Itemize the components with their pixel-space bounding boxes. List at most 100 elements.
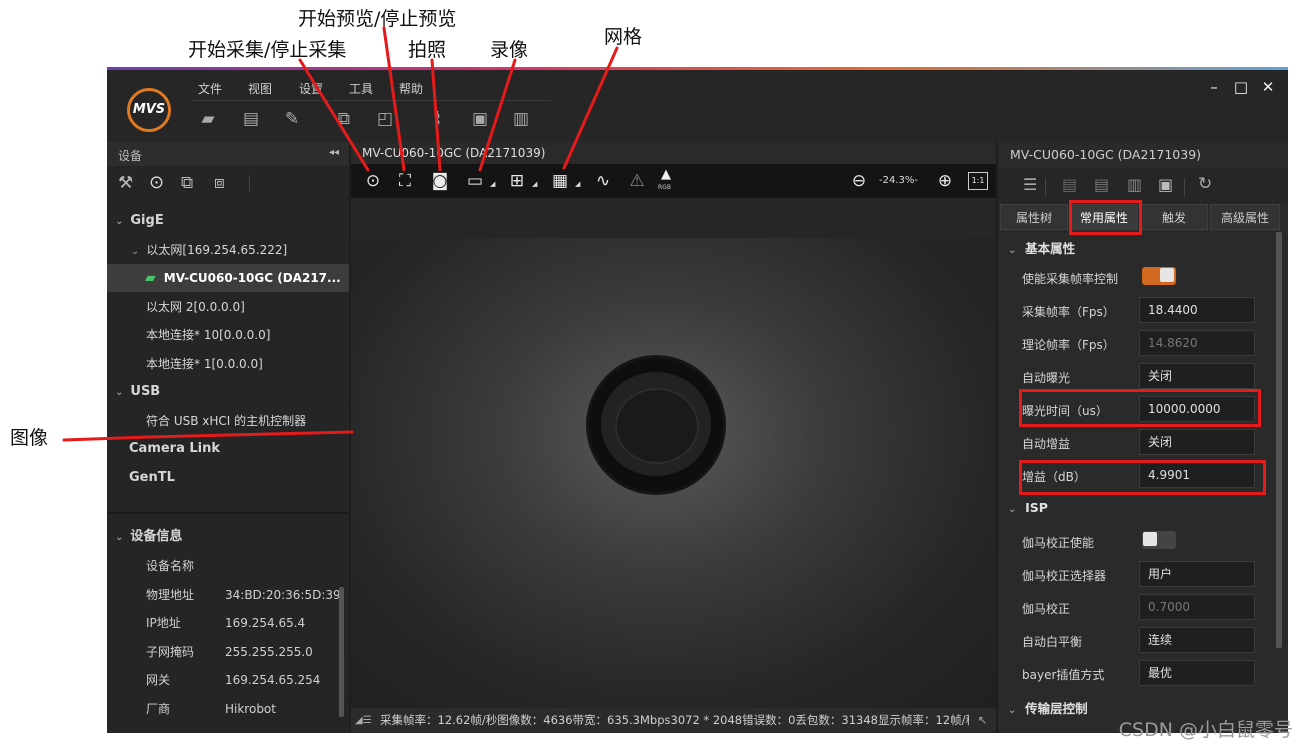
gamma-enable-toggle[interactable] — [1142, 531, 1176, 549]
refresh-icon[interactable]: ↻ — [1198, 174, 1212, 194]
document-icon[interactable]: ▥ — [510, 108, 532, 130]
tree-usb-controller[interactable]: 符合 USB xHCI 的主机控制器 — [107, 407, 349, 435]
gamma-selector-select[interactable]: 用户 — [1139, 561, 1255, 587]
tree-camera-selected[interactable]: ▰ MV-CU060-10GC (DA217... — [107, 264, 349, 292]
waveform-icon[interactable]: ⌇ — [427, 108, 449, 130]
camera-image — [351, 238, 996, 708]
menu-file[interactable]: 文件 — [198, 80, 222, 97]
toggle-knob — [1143, 532, 1157, 546]
expand-icon: ⌄ — [115, 532, 124, 543]
section-isp[interactable]: ⌄ ISP — [1008, 500, 1048, 515]
tree-local-10[interactable]: 本地连接* 10[0.0.0.0] — [107, 321, 349, 349]
preview-tab-title: MV-CU060-10GC (DA2171039) — [362, 146, 546, 160]
section-transport[interactable]: ⌄ 传输层控制 — [1008, 698, 1088, 717]
device-info-scrollbar[interactable] — [339, 587, 344, 717]
auto-exposure-select[interactable]: 关闭 — [1139, 363, 1255, 389]
save-icon[interactable]: ▤ — [240, 108, 262, 130]
auto-wb-select[interactable]: 连续 — [1139, 627, 1255, 653]
export-icon[interactable]: ▤ — [1094, 175, 1109, 194]
label-auto-gain: 自动增益 — [1022, 437, 1071, 451]
panel-divider — [107, 512, 349, 514]
stop-preview-icon[interactable]: ⛶ — [393, 170, 417, 192]
rgb-arrow-icon[interactable]: ▲ — [661, 167, 671, 182]
multi-window-icon[interactable]: ⧉ — [333, 108, 355, 130]
record-dropdown-icon[interactable]: ◢ — [490, 180, 495, 188]
annotation-image: 图像 — [10, 427, 49, 449]
label-fps-enable: 使能采集帧率控制 — [1022, 272, 1119, 286]
annotation-grid: 网格 — [604, 26, 643, 48]
tree-ethernet-1[interactable]: ⌄ 以太网[169.254.65.222] — [107, 236, 349, 264]
tab-property-tree[interactable]: 属性树 — [1000, 204, 1068, 230]
warning-icon[interactable]: ⚠ — [625, 170, 649, 192]
status-bar: ◢☰ 采集帧率：12.62帧/秒图像数：4636带宽：635.3Mbps3072… — [351, 708, 996, 733]
save-as-icon[interactable]: ✎ — [281, 108, 303, 130]
list-icon[interactable]: ☰ — [1023, 175, 1037, 194]
table-layout-icon[interactable]: ⊞ — [505, 170, 529, 192]
device-info-header[interactable]: ⌄ 设备信息 — [107, 523, 349, 551]
bayer-select[interactable]: 最优 — [1139, 660, 1255, 686]
property-scrollbar[interactable] — [1276, 232, 1282, 648]
menu-help[interactable]: 帮助 — [399, 80, 423, 97]
section-basic[interactable]: ⌄ 基本属性 — [1008, 238, 1075, 257]
device-list-icon[interactable]: ⧉ — [181, 173, 193, 193]
disconnect-icon[interactable]: ⚒ — [118, 173, 133, 193]
preview-tab[interactable]: MV-CU060-10GC (DA2171039) — [351, 142, 996, 164]
zoom-level: -24.3%- — [879, 175, 918, 186]
snapshot-camera-icon[interactable]: ◙ — [428, 170, 452, 192]
status-text: 采集帧率：12.62帧/秒图像数：4636带宽：635.3Mbps3072 * … — [380, 713, 977, 727]
fit-1-1-button[interactable]: 1:1 — [968, 172, 988, 190]
device-panel: 设备 ◂◂ ⚒ ⊙ ⧉ ⧈ ⌄ GigE ⌄ 以太网[169.254.65.222]… — [107, 142, 349, 733]
status-menu-icon[interactable]: ◢☰ — [355, 708, 372, 733]
gamma-field: 0.7000 — [1139, 594, 1255, 620]
histogram-icon[interactable]: ∿ — [591, 170, 615, 192]
grid-icon[interactable]: ▦ — [548, 170, 572, 192]
fps-enable-toggle[interactable] — [1142, 267, 1176, 285]
tab-advanced[interactable]: 高级属性 — [1210, 204, 1280, 230]
tree-camera-link[interactable]: Camera Link — [107, 435, 349, 463]
record-video-icon[interactable]: ▭ — [463, 170, 487, 192]
property-tabs: 属性树 常用属性 触发 高级属性 — [998, 202, 1288, 230]
tree-gige[interactable]: ⌄ GigE — [107, 207, 349, 235]
info-row-mask: 子网掩码 255.255.255.0 — [146, 645, 313, 659]
grid-dropdown-icon[interactable]: ◢ — [575, 180, 580, 188]
menu-tools[interactable]: 工具 — [349, 80, 373, 97]
lens-cap-center — [615, 388, 699, 464]
minimize-button[interactable]: – — [1204, 78, 1224, 96]
save-params-icon[interactable]: ▣ — [1158, 175, 1173, 194]
zoom-in-icon[interactable]: ⊕ — [933, 170, 957, 192]
tree-gentl[interactable]: GenTL — [107, 464, 349, 492]
maximize-button[interactable]: □ — [1231, 78, 1251, 96]
tree-local-1[interactable]: 本地连接* 1[0.0.0.0] — [107, 350, 349, 378]
device-stop-icon[interactable]: ⧈ — [214, 173, 225, 193]
info-row-gateway: 网关 169.254.65.254 — [146, 673, 321, 687]
menu-view[interactable]: 视图 — [248, 80, 272, 97]
tab-trigger[interactable]: 触发 — [1140, 204, 1208, 230]
csdn-watermark: CSDN @小白鼠零号 — [1118, 719, 1293, 741]
fullscreen-icon[interactable]: ◰ — [374, 108, 396, 130]
image-tool-icon[interactable]: ▣ — [469, 108, 491, 130]
collapse-icon[interactable]: ◂◂ — [329, 147, 339, 158]
expand-icon: ⌄ — [1008, 504, 1017, 515]
image-viewport[interactable] — [351, 198, 996, 708]
layout-dropdown-icon[interactable]: ◢ — [532, 180, 537, 188]
label-auto-exposure: 自动曝光 — [1022, 371, 1071, 385]
close-button[interactable]: ✕ — [1258, 78, 1278, 96]
expand-arrow-icon[interactable]: ↖ — [969, 708, 996, 733]
import-icon[interactable]: ▤ — [1062, 175, 1077, 194]
acq-fps-input[interactable]: 18.4400 — [1139, 297, 1255, 323]
tree-usb[interactable]: ⌄ USB — [107, 378, 349, 406]
tree-ethernet-2[interactable]: 以太网 2[0.0.0.0] — [107, 293, 349, 321]
zoom-out-icon[interactable]: ⊖ — [847, 170, 871, 192]
file-icon[interactable]: ▥ — [1127, 175, 1142, 194]
highlight-common-tab — [1069, 200, 1142, 235]
open-folder-icon[interactable]: ▰ — [197, 108, 219, 130]
device-toolbar: ⚒ ⊙ ⧉ ⧈ — [107, 166, 349, 200]
title-bar: MVS 文件 视图 设置 工具 帮助 ▰ ▤ ✎ ⧉ ◰ ⌇ ▣ ▥ – □ ✕ — [107, 70, 1288, 142]
stop-grab-button-icon[interactable]: ⊙ — [361, 170, 385, 192]
auto-gain-select[interactable]: 关闭 — [1139, 429, 1255, 455]
menu-settings[interactable]: 设置 — [299, 80, 323, 97]
expand-icon: ⌄ — [131, 246, 140, 257]
stop-grab-icon[interactable]: ⊙ — [149, 172, 164, 193]
annotation-start-stop-preview: 开始预览/停止预览 — [298, 8, 457, 30]
device-panel-title: 设备 — [118, 149, 143, 163]
